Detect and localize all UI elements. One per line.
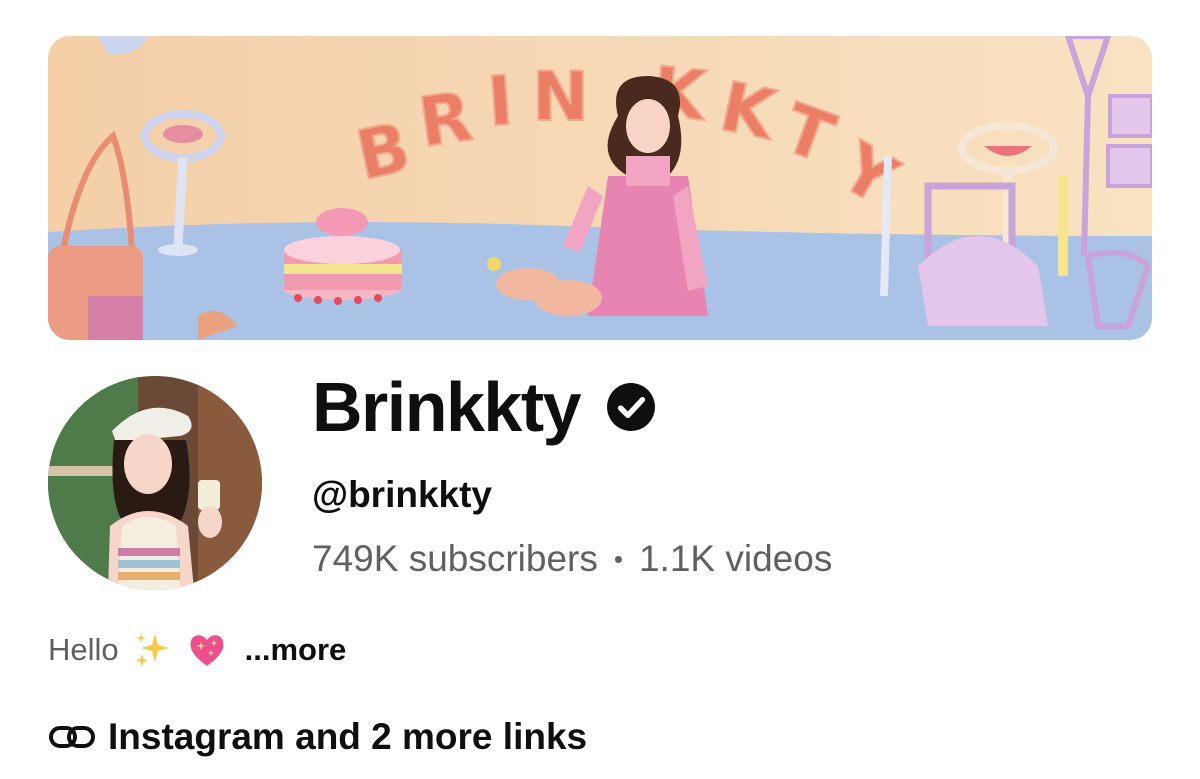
link-icon (49, 726, 95, 748)
verified-check-icon (607, 383, 656, 431)
svg-text:N: N (532, 58, 589, 137)
subscriber-count: 749K subscribers (312, 538, 598, 579)
banner-illustration: B R I N K K T Y (48, 36, 1152, 340)
svg-text:R: R (414, 78, 477, 164)
description-text: Hello (48, 632, 119, 667)
sparkles-icon (135, 633, 169, 667)
video-count: 1.1K videos (638, 538, 833, 579)
channel-handle: @brinkkty (312, 474, 493, 515)
channel-links[interactable]: Instagram and 2 more links (48, 716, 587, 758)
channel-name: Brinkkty (312, 368, 582, 446)
description-more-link[interactable]: ...more (245, 632, 347, 668)
channel-title-row: Brinkkty (312, 372, 656, 442)
channel-banner: B R I N K K T Y (48, 36, 1152, 340)
sparkling-heart-icon (190, 635, 224, 666)
channel-avatar[interactable] (48, 376, 262, 590)
channel-description[interactable]: Hello ...more (48, 630, 346, 670)
avatar-image (48, 376, 262, 590)
links-label[interactable]: Instagram and 2 more links (108, 716, 587, 758)
channel-stats: 749K subscribers • 1.1K videos (312, 538, 832, 580)
stats-separator: • (613, 543, 623, 574)
